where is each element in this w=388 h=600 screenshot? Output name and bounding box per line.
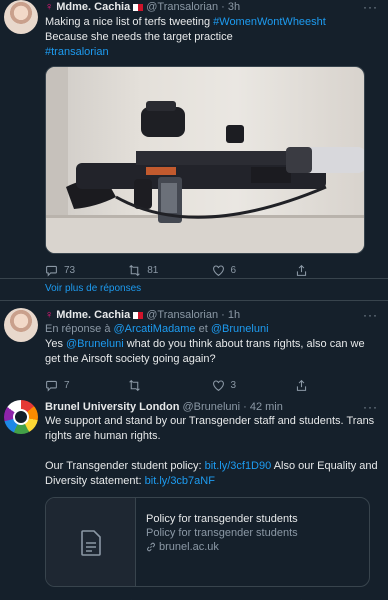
reply-icon bbox=[46, 265, 57, 277]
tweet-actions: 73 81 6 bbox=[45, 261, 378, 279]
like-icon bbox=[212, 265, 224, 276]
tweet-text: Yes @Bruneluni what do you think about t… bbox=[45, 337, 378, 367]
retweet-count: 81 bbox=[147, 264, 159, 276]
timestamp[interactable]: · 1h bbox=[221, 309, 240, 321]
reply-count: 7 bbox=[64, 379, 70, 391]
avatar[interactable] bbox=[4, 0, 38, 34]
like-count: 3 bbox=[230, 379, 237, 391]
reply-context: En réponse à @ArcatiMadame et @Bruneluni bbox=[45, 322, 378, 337]
tweet-text-line: Because she needs the target practice bbox=[45, 31, 233, 43]
like-button[interactable]: 3 bbox=[212, 379, 295, 392]
like-count: 6 bbox=[230, 264, 237, 276]
tweet-3[interactable]: Brunel University London @Bruneluni · 42… bbox=[0, 400, 388, 600]
share-icon bbox=[296, 379, 306, 391]
rifle-photo bbox=[46, 67, 364, 253]
url-link[interactable]: bit.ly/3cf1D90 bbox=[205, 460, 272, 472]
link-card[interactable]: Policy for transgender students Policy f… bbox=[45, 497, 370, 587]
divider bbox=[0, 278, 388, 279]
card-title: Policy for transgender students bbox=[146, 513, 298, 525]
share-icon bbox=[296, 264, 306, 276]
retweet-button[interactable]: 81 bbox=[128, 264, 211, 277]
card-domain: brunel.ac.uk bbox=[146, 540, 298, 554]
document-icon bbox=[80, 530, 101, 556]
tweet-header: ♀ Mdme. Cachia @Transalorian · 3h bbox=[45, 0, 378, 14]
divider bbox=[0, 300, 388, 301]
retweet-button[interactable] bbox=[128, 379, 211, 392]
more-icon[interactable]: ··· bbox=[363, 400, 378, 414]
mention-link[interactable]: @Bruneluni bbox=[211, 323, 269, 335]
tweet-image[interactable] bbox=[45, 66, 365, 254]
link-icon bbox=[147, 542, 155, 552]
share-button[interactable] bbox=[295, 264, 378, 277]
like-button[interactable]: 6 bbox=[212, 264, 295, 277]
author-name[interactable]: Brunel University London bbox=[45, 401, 179, 413]
timestamp[interactable]: · 42 min bbox=[243, 401, 283, 413]
tweet-paragraph: We support and stand by our Transgender … bbox=[45, 415, 375, 442]
author-handle[interactable]: @Bruneluni bbox=[182, 401, 240, 413]
show-more-replies-link[interactable]: Voir plus de réponses bbox=[45, 283, 141, 294]
tweet-1[interactable]: ♀ Mdme. Cachia @Transalorian · 3h Making… bbox=[0, 0, 388, 278]
tweet-text-line: Making a nice list of terfs tweeting bbox=[45, 16, 214, 28]
reply-button[interactable]: 73 bbox=[45, 264, 128, 277]
tweet-header: ♀ Mdme. Cachia @Transalorian · 1h bbox=[45, 308, 378, 322]
more-icon[interactable]: ··· bbox=[363, 308, 378, 322]
tweet-header: Brunel University London @Bruneluni · 42… bbox=[45, 400, 378, 414]
author-handle[interactable]: @Transalorian bbox=[146, 309, 218, 321]
tweet-actions: 16 3 bbox=[45, 596, 378, 600]
flag-icon bbox=[133, 3, 144, 11]
card-description: Policy for transgender students bbox=[146, 527, 298, 539]
reply-count: 73 bbox=[64, 264, 76, 276]
author-name[interactable]: Mdme. Cachia bbox=[56, 309, 130, 321]
mention-link[interactable]: @Bruneluni bbox=[66, 338, 124, 350]
hashtag-link[interactable]: #transalorian bbox=[45, 45, 378, 60]
timestamp[interactable]: · 3h bbox=[221, 1, 240, 13]
more-icon[interactable]: ··· bbox=[363, 0, 378, 14]
share-button[interactable] bbox=[295, 379, 378, 392]
text-prefix: Our Transgender student policy: bbox=[45, 460, 205, 472]
female-sign-icon: ♀ bbox=[45, 309, 54, 321]
flag-icon bbox=[133, 311, 144, 319]
author-handle[interactable]: @Transalorian bbox=[146, 1, 218, 13]
author-name[interactable]: Mdme. Cachia bbox=[56, 1, 130, 13]
text-prefix: Yes bbox=[45, 338, 67, 350]
tweet-2[interactable]: ♀ Mdme. Cachia @Transalorian · 1h En rép… bbox=[0, 308, 388, 392]
tweet-text: Making a nice list of terfs tweeting #Wo… bbox=[45, 15, 378, 60]
reply-icon bbox=[46, 380, 57, 392]
card-domain-text: brunel.ac.uk bbox=[159, 541, 219, 553]
like-icon bbox=[212, 380, 224, 391]
reply-button[interactable]: 7 bbox=[45, 379, 128, 392]
card-thumbnail bbox=[46, 498, 136, 586]
avatar[interactable] bbox=[4, 400, 38, 434]
hashtag-link[interactable]: #WomenWontWheesht bbox=[213, 16, 326, 28]
retweet-icon bbox=[129, 264, 140, 276]
mention-link[interactable]: @ArcatiMadame bbox=[114, 323, 196, 335]
reply-prefix: En réponse à bbox=[45, 323, 114, 335]
retweet-icon bbox=[129, 379, 140, 391]
tweet-text: We support and stand by our Transgender … bbox=[45, 414, 378, 489]
avatar[interactable] bbox=[4, 308, 38, 342]
tweet-actions: 7 3 bbox=[45, 376, 378, 394]
female-sign-icon: ♀ bbox=[45, 1, 54, 13]
reply-separator: et bbox=[195, 323, 211, 335]
url-link[interactable]: bit.ly/3cb7aNF bbox=[145, 475, 215, 487]
